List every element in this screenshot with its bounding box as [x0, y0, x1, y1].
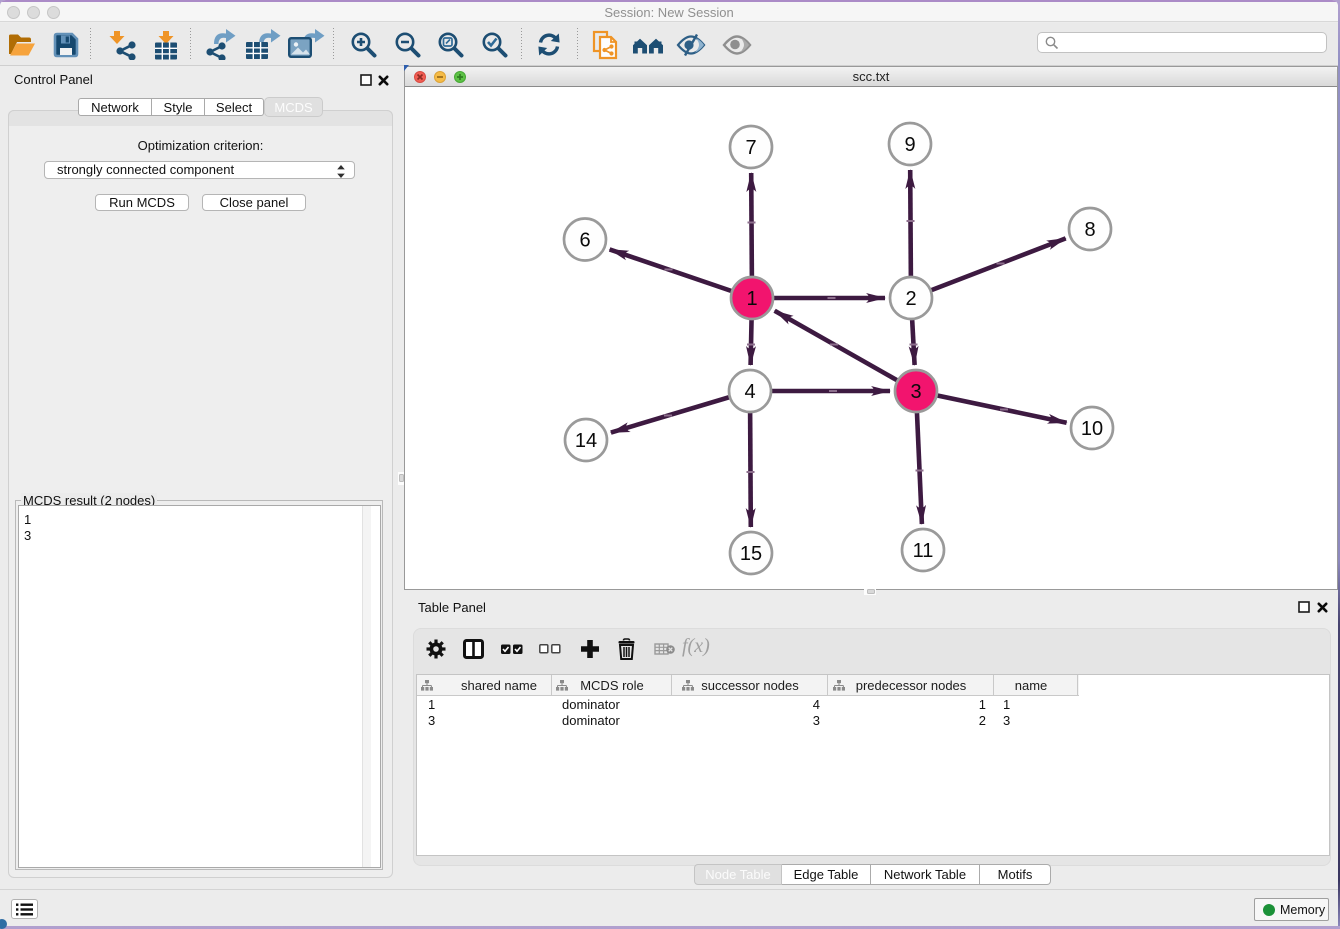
svg-text:3: 3	[910, 381, 921, 403]
svg-text:7: 7	[745, 137, 756, 159]
svg-text:10: 10	[1081, 418, 1103, 440]
svg-text:2: 2	[905, 288, 916, 310]
svg-text:11: 11	[913, 540, 934, 562]
svg-text:1: 1	[746, 288, 757, 310]
svg-text:8: 8	[1084, 219, 1095, 241]
svg-text:15: 15	[740, 543, 762, 565]
svg-text:6: 6	[579, 230, 590, 252]
svg-text:9: 9	[904, 134, 915, 156]
svg-text:4: 4	[744, 381, 755, 403]
svg-text:14: 14	[575, 430, 597, 452]
